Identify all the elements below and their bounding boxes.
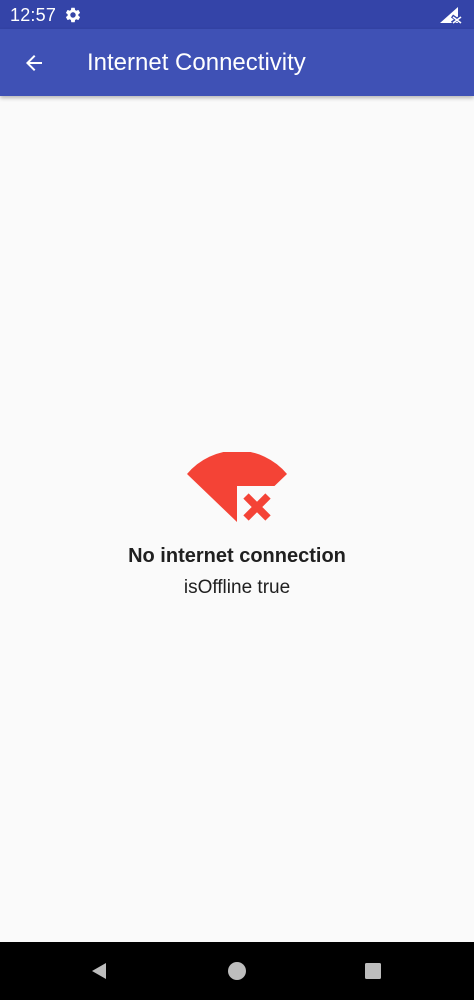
main-content: No internet connection isOffline true (0, 96, 474, 942)
wifi-off-icon (187, 452, 287, 528)
status-time: 12:57 (10, 5, 57, 25)
app-bar: Internet Connectivity (0, 29, 474, 96)
offline-title: No internet connection (128, 545, 346, 567)
nav-recents-button[interactable] (359, 957, 387, 985)
nav-recents-icon (365, 963, 381, 979)
nav-back-button[interactable] (85, 957, 113, 985)
nav-back-icon (92, 963, 106, 979)
arrow-back-icon (26, 55, 42, 71)
page-title: Internet Connectivity (87, 49, 306, 76)
offline-status-text: isOffline true (183, 577, 291, 598)
status-bar: 12:57 (0, 0, 474, 29)
back-button[interactable] (10, 39, 58, 87)
signal-no-data-icon (440, 7, 464, 24)
navigation-bar (0, 942, 474, 1000)
nav-home-icon (228, 962, 246, 980)
offline-message: No internet connection isOffline true (0, 452, 474, 600)
nav-home-button[interactable] (223, 957, 251, 985)
screen: 12:57 Internet Connectivity No internet … (0, 0, 474, 1000)
gear-icon (65, 7, 81, 23)
